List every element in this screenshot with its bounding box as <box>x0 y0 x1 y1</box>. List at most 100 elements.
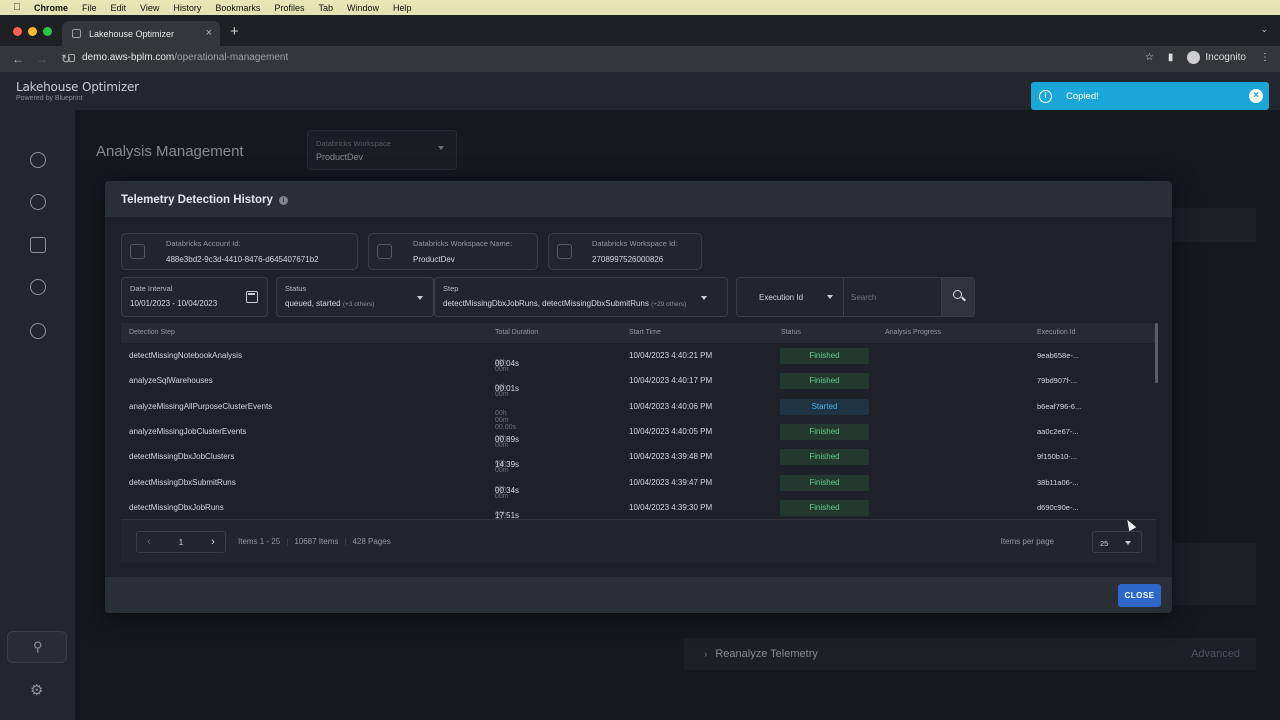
chevron-right-icon[interactable]: › <box>203 536 223 548</box>
menu-tab[interactable]: Tab <box>318 3 333 13</box>
detection-step-cell: analyzeMissingAllPurposeClusterEvents <box>129 401 273 411</box>
col-detection-step[interactable]: Detection Step <box>129 329 175 336</box>
execution-id-cell[interactable]: d690c90e-... <box>1037 503 1079 512</box>
telemetry-detection-history-dialog: Telemetry Detection History i Databricks… <box>105 181 1172 613</box>
items-per-page-select[interactable]: 25 <box>1092 531 1142 553</box>
incognito-icon <box>1187 51 1201 64</box>
dashboard-icon[interactable] <box>30 152 46 168</box>
menu-help[interactable]: Help <box>393 3 412 13</box>
col-analysis-progress[interactable]: Analysis Progress <box>885 329 941 336</box>
menu-profiles[interactable]: Profiles <box>274 3 304 13</box>
date-interval-value: 10/01/2023 - 10/04/2023 <box>130 299 218 308</box>
table-row[interactable]: analyzeSqlWarehouses 00h 00m 00.01s 10/04/… <box>121 368 1156 398</box>
divider: | <box>344 537 347 546</box>
detection-step-cell: analyzeMissingJobClusterEvents <box>129 426 247 436</box>
menu-history[interactable]: History <box>173 3 201 13</box>
table-row[interactable]: analyzeMissingJobClusterEvents 00h 00m 00… <box>121 419 1156 449</box>
status-badge: Finished <box>780 499 869 516</box>
workspace-name-card: Databricks Workspace Name: ProductDev <box>368 233 538 270</box>
browser-menu-icon[interactable]: ⋮ <box>1260 52 1270 63</box>
info-icon[interactable]: i <box>278 195 288 205</box>
status-filter-label: Status <box>285 284 307 293</box>
new-tab-icon[interactable]: + <box>230 23 239 40</box>
workspace-id-value[interactable]: 2708997526000826 <box>592 255 663 264</box>
status-badge: Finished <box>780 474 869 491</box>
operational-management-nav-button[interactable]: ⚲ <box>7 631 67 663</box>
optimizer-icon[interactable] <box>30 323 46 339</box>
account-icon <box>130 244 145 259</box>
close-button[interactable]: CLOSE <box>1118 584 1161 607</box>
table-scrollbar[interactable] <box>1155 323 1158 383</box>
table-row[interactable]: analyzeMissingAllPurposeClusterEvents 00h… <box>121 394 1156 431</box>
start-time-cell: 10/04/2023 4:39:48 PM <box>629 452 713 462</box>
status-filter-select[interactable]: Status queued, started (+3 others) <box>276 277 434 317</box>
dialog-title: Telemetry Detection History i <box>121 194 288 206</box>
browser-tab[interactable]: Lakehouse Optimizer × <box>62 21 220 46</box>
menu-chrome[interactable]: Chrome <box>34 3 68 13</box>
date-interval-picker[interactable]: Date Interval 10/01/2023 - 10/04/2023 <box>121 277 268 317</box>
close-toast-icon[interactable]: × <box>1249 89 1263 103</box>
table-row[interactable]: detectMissingDbxJobRuns00h 00m 17.51s10/… <box>121 495 1156 519</box>
col-start-time[interactable]: Start Time <box>629 329 661 336</box>
account-id-value[interactable]: 488e3bd2-9c3d-4410-8476-d645407671b2 <box>166 255 319 264</box>
side-panel-icon[interactable]: ▮ <box>1168 52 1174 63</box>
back-arrow-icon[interactable]: ← <box>12 52 24 66</box>
table-row[interactable]: detectMissingNotebookAnalysis 00h 00m 00.… <box>121 343 1156 373</box>
calendar-icon[interactable] <box>246 291 258 303</box>
execution-id-cell[interactable]: 38b11a06-... <box>1037 478 1079 487</box>
search-icon <box>953 290 962 299</box>
execution-id-cell[interactable]: b6eaf796-6... <box>1037 402 1081 411</box>
minimize-window-button[interactable] <box>28 27 37 36</box>
chevron-down-icon <box>701 296 707 300</box>
page-number-input[interactable]: 1 <box>171 538 191 547</box>
chevron-left-icon[interactable]: ‹ <box>139 536 159 548</box>
close-tab-icon[interactable]: × <box>206 27 212 39</box>
date-interval-label: Date Interval <box>130 284 173 293</box>
maximize-window-button[interactable] <box>43 27 52 36</box>
workspace-name-value[interactable]: ProductDev <box>413 255 455 264</box>
workspace-icon <box>557 244 572 259</box>
settings-gear-icon[interactable]: ⚙ <box>30 681 43 699</box>
workspace-name-label: Databricks Workspace Name: <box>413 239 513 248</box>
url-field[interactable]: demo.aws-bplm.com/operational-management <box>82 52 288 63</box>
close-window-button[interactable] <box>13 27 22 36</box>
workspace-id-label: Databricks Workspace Id: <box>592 239 678 248</box>
menu-file[interactable]: File <box>82 3 97 13</box>
search-button[interactable] <box>941 278 974 316</box>
search-input[interactable] <box>851 293 935 302</box>
forward-arrow-icon[interactable]: → <box>36 52 48 66</box>
health-icon[interactable] <box>30 279 46 295</box>
apple-icon[interactable]:  <box>12 2 22 13</box>
reports-icon[interactable] <box>30 237 46 253</box>
lock-icon[interactable] <box>68 54 75 62</box>
menu-view[interactable]: View <box>140 3 159 13</box>
execution-id-cell[interactable]: 9eab658e-... <box>1037 351 1079 360</box>
bookmark-star-icon[interactable]: ☆ <box>1145 52 1154 63</box>
info-icon: i <box>1039 89 1052 103</box>
execution-id-cell[interactable]: aa0c2e67-... <box>1037 427 1079 436</box>
menu-edit[interactable]: Edit <box>111 3 127 13</box>
menu-bookmarks[interactable]: Bookmarks <box>215 3 260 13</box>
account-id-label: Databricks Account Id: <box>166 239 241 248</box>
incognito-profile-button[interactable]: Incognito <box>1187 51 1246 64</box>
execution-id-cell[interactable]: 79bd907f-... <box>1037 376 1077 385</box>
workspace-icon <box>377 244 392 259</box>
col-status[interactable]: Status <box>781 329 801 336</box>
start-time-cell: 10/04/2023 4:40:21 PM <box>629 351 713 360</box>
menu-window[interactable]: Window <box>347 3 379 13</box>
start-time-cell: 10/04/2023 4:40:06 PM <box>629 401 713 411</box>
step-filter-select[interactable]: Step detectMissingDbxJobRuns, detectMiss… <box>434 277 728 317</box>
table-row[interactable]: detectMissingDbxSubmitRuns 00h 00m 00.34s… <box>121 470 1156 500</box>
browser-tabstrip: Lakehouse Optimizer × + ⌄ <box>0 15 1280 46</box>
search-field-select[interactable]: Execution Id <box>737 278 844 316</box>
app-logo[interactable]: Lakehouse Optimizer <box>16 80 139 94</box>
chevron-down-icon <box>1125 541 1131 545</box>
table-row[interactable]: detectMissingDbxJobClusters 00h 00m 14.39… <box>121 444 1156 474</box>
analysis-icon[interactable] <box>30 194 46 210</box>
workspace-id-card: Databricks Workspace Id: 270899752600082… <box>548 233 702 270</box>
execution-id-cell[interactable]: 9f150b10-... <box>1037 452 1077 461</box>
col-execution-id[interactable]: Execution Id <box>1037 329 1076 336</box>
tab-search-chevron-icon[interactable]: ⌄ <box>1260 24 1268 35</box>
chevron-down-icon <box>417 296 423 300</box>
col-total-duration[interactable]: Total Duration <box>495 329 538 336</box>
